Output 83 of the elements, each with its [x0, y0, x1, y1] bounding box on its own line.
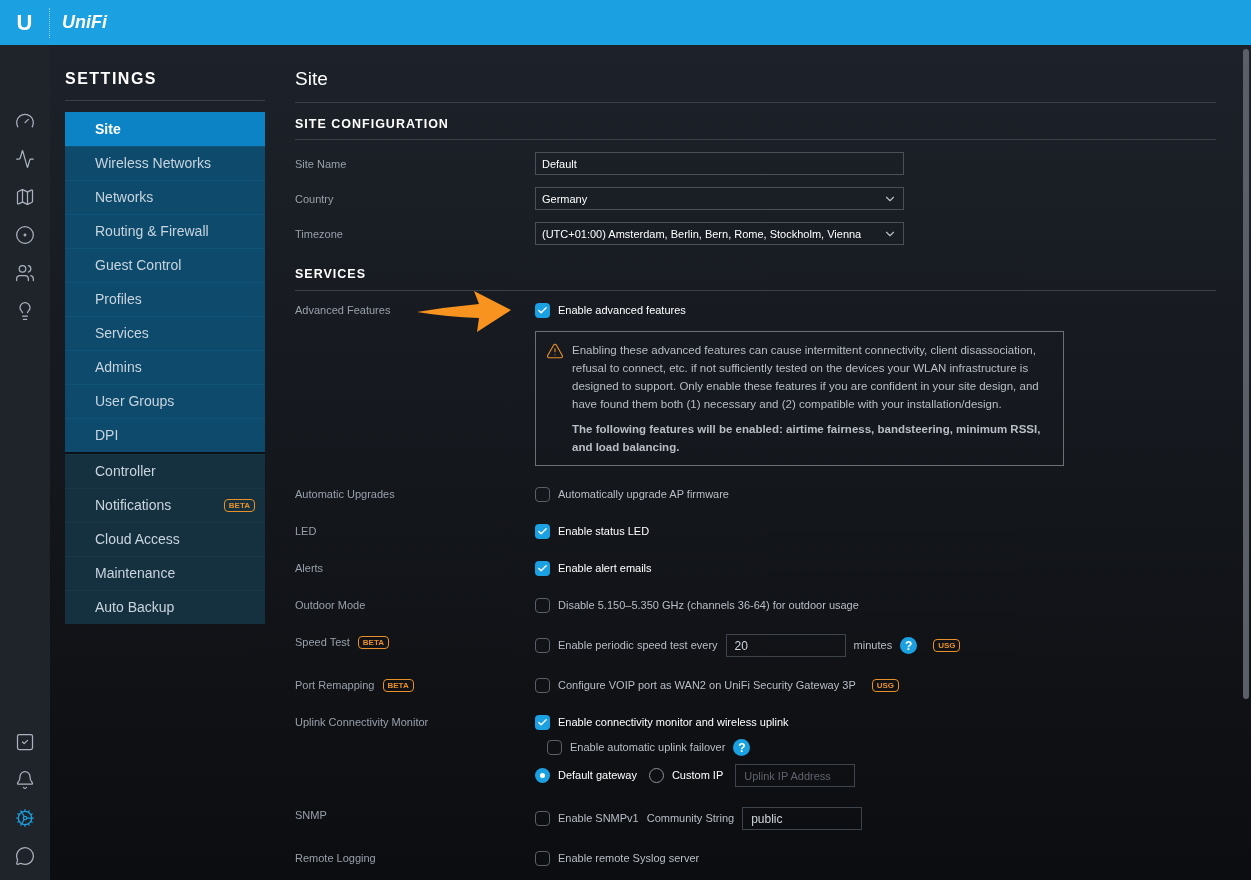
checkbox[interactable] [535, 851, 550, 866]
radio-label[interactable]: Custom IP [671, 767, 724, 784]
checkbox[interactable] [535, 487, 550, 502]
checkbox-label[interactable]: Disable 5.150–5.350 GHz (channels 36-64) for outdoor usage [558, 597, 859, 614]
radio-label[interactable]: Default gateway [558, 767, 637, 784]
select-field[interactable]: Germany [535, 187, 904, 211]
setting-label: Outdoor Mode [295, 598, 366, 614]
setting-label: Automatic Upgrades [295, 487, 395, 503]
beta-tag: BETA [382, 679, 414, 692]
input-field[interactable]: public [742, 807, 863, 830]
warning-text: Enabling these advanced features can cause intermittent connectivity, client disassociation, refusal to connect, etc. if not sufficiently tested on the devices your WLAN infrastructure is designed to support. Only enable these features if you are confident in your site design, and have found them both (1) necessary and (2) compatible with your installation/design. [572, 343, 1040, 412]
checkmark-icon [537, 563, 548, 574]
checkbox[interactable] [535, 524, 550, 539]
sidebar-item[interactable]: Auto Backup [65, 590, 265, 624]
setting-label: Speed Test [295, 635, 350, 651]
field-label: Country [295, 191, 335, 207]
checkbox[interactable] [535, 598, 550, 613]
beta-tag: BETA [357, 636, 390, 649]
sidebar-item[interactable]: Routing & Firewall [65, 214, 265, 248]
sidebar-item[interactable]: Cloud Access [65, 522, 265, 556]
checkbox-label[interactable]: Automatically upgrade AP firmware [558, 486, 729, 503]
brand-name: UniFi [62, 11, 107, 34]
checkbox-label[interactable]: Enable connectivity monitor and wireless uplink [558, 714, 789, 731]
usg-tag: USG [871, 679, 900, 692]
warning-text: The following features will be enabled: airtime fairness, bandsteering, minimum RSSI, and load balancing. [572, 422, 1042, 455]
usg-tag: USG [933, 639, 961, 652]
checkbox[interactable] [535, 811, 550, 826]
beta-tag: BETA [223, 499, 255, 512]
setting-label: Port Remapping [295, 678, 375, 694]
sidebar-item[interactable]: Profiles [65, 282, 265, 316]
field-caption: minutes [853, 638, 893, 654]
field-caption: Community String [646, 811, 735, 827]
sidebar-item[interactable]: Notifications BETA [65, 488, 265, 522]
setting-label: Advanced Features [295, 303, 391, 319]
checkbox-label[interactable]: Enable remote Syslog server [558, 850, 700, 867]
checkbox-label[interactable]: Enable status LED [558, 523, 650, 540]
sidebar-item[interactable]: User Groups [65, 384, 265, 418]
sidebar-item[interactable]: DPI [65, 418, 265, 452]
checkbox-label[interactable]: Configure VOIP port as WAN2 on UniFi Security Gateway 3P [558, 677, 856, 694]
sidebar-item[interactable]: Maintenance [65, 556, 265, 590]
checkbox[interactable] [535, 638, 550, 653]
checkbox[interactable] [535, 303, 550, 318]
field-label: Site Name [295, 156, 348, 172]
checkmark-icon [537, 305, 548, 316]
sidebar-item[interactable]: Networks [65, 180, 265, 214]
setting-label: Uplink Connectivity Monitor [295, 715, 429, 731]
scrollbar[interactable] [1243, 49, 1249, 699]
target-icon[interactable] [13, 223, 37, 247]
settings-icon[interactable] [13, 806, 37, 830]
sidebar-item[interactable]: Guest Control [65, 248, 265, 282]
setting-label: Alerts [295, 561, 324, 577]
sidebar-item[interactable]: Wireless Networks [65, 146, 265, 180]
input-field[interactable]: 20 [725, 634, 846, 657]
sidebar-item[interactable]: Site [65, 112, 265, 146]
checkbox-label[interactable]: Enable periodic speed test every [558, 637, 718, 654]
section-heading: SITE CONFIGURATION [295, 102, 1216, 141]
text-field[interactable]: Default [535, 152, 904, 176]
sidebar-item[interactable]: Services [65, 316, 265, 350]
settings-title: SETTINGS [65, 67, 265, 101]
checkbox-label[interactable]: Enable alert emails [558, 560, 652, 577]
checkmark-icon [537, 717, 548, 728]
input-field[interactable]: Uplink IP Address [735, 764, 856, 787]
checkmark-icon [537, 526, 548, 537]
checkbox-label[interactable]: Enable automatic uplink failover [570, 739, 726, 756]
checkbox[interactable] [535, 561, 550, 576]
setting-label: Remote Logging [295, 851, 376, 867]
sidebar-item[interactable]: Controller [65, 454, 265, 488]
warning-icon [546, 342, 564, 360]
checkbox[interactable] [535, 678, 550, 693]
checkbox[interactable] [535, 715, 550, 730]
select-field[interactable]: (UTC+01:00) Amsterdam, Berlin, Bern, Rome, Stockholm, Vienna [535, 222, 904, 246]
field-label: Timezone [295, 226, 344, 242]
section-heading: SERVICES [295, 245, 1216, 291]
checkbox-label[interactable]: Enable SNMPv1 [558, 810, 639, 827]
page-title: Site [295, 65, 1216, 103]
chat-bubble-icon[interactable] [13, 844, 37, 868]
radio-button[interactable] [535, 768, 550, 783]
setting-label: LED [295, 524, 317, 540]
setting-label: SNMP [295, 808, 327, 824]
checkbox[interactable] [547, 740, 562, 755]
checkbox-label[interactable]: Enable advanced features [558, 302, 686, 319]
pulse-icon[interactable] [13, 147, 37, 171]
sidebar-item[interactable]: Admins [65, 350, 265, 384]
